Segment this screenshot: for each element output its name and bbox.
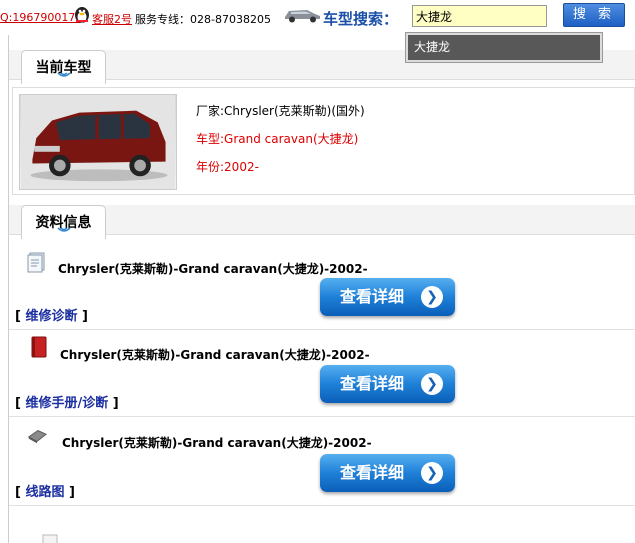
document-icon	[27, 252, 45, 273]
button-label: 查看详细	[340, 463, 405, 482]
doc-category[interactable]: [ 维修诊断 ]	[15, 305, 88, 324]
car-photo	[19, 94, 177, 190]
doc-item: Chrysler(克莱斯勒)-Grand caravan(大捷龙)-2002- …	[9, 243, 635, 330]
wave-icon	[57, 227, 71, 232]
wiring-icon	[27, 430, 47, 444]
doc-item: Chrysler(克莱斯勒)-Grand caravan(大捷龙)-2002- …	[9, 417, 635, 506]
search-label: 车型搜索：	[323, 10, 399, 28]
doc-title[interactable]: Chrysler(克莱斯勒)-Grand caravan(大捷龙)-2002-	[60, 346, 370, 363]
search-button[interactable]: 搜 索	[563, 3, 625, 27]
qq-penguin-icon	[75, 7, 89, 23]
hotline-text: 服务专线：028-87038205	[135, 13, 271, 26]
current-model-box: 厂家:Chrysler(克莱斯勒)(国外) 车型:Grand caravan(大…	[12, 87, 635, 195]
customer-service-link[interactable]: 客服2号	[92, 11, 132, 27]
button-label: 查看详细	[340, 374, 405, 393]
view-details-button[interactable]: 查看详细 ❯	[320, 278, 455, 316]
doc-item: Chrysler(克莱斯勒)-Grand caravan(大捷龙)-2002- …	[9, 330, 635, 417]
year-text: 年份:2002-	[196, 160, 259, 174]
qq-link[interactable]: Q:1967900174	[0, 11, 82, 24]
tab-doc-info: 资料信息	[21, 205, 106, 239]
book-icon	[31, 336, 47, 358]
maker-text: 厂家:Chrysler(克莱斯勒)(国外)	[196, 104, 365, 118]
view-details-button[interactable]: 查看详细 ❯	[320, 365, 455, 403]
doc-title[interactable]: Chrysler(克莱斯勒)-Grand caravan(大捷龙)-2002-	[62, 434, 372, 451]
chevron-right-icon: ❯	[421, 373, 443, 395]
doc-category[interactable]: [ 线路图 ]	[15, 481, 75, 500]
category-label[interactable]: 维修诊断	[25, 309, 77, 324]
doc-category[interactable]: [ 维修手册/诊断 ]	[15, 392, 119, 411]
suggestion-item[interactable]: 大捷龙	[408, 35, 600, 60]
category-label[interactable]: 维修手册/诊断	[25, 396, 108, 411]
button-label: 查看详细	[340, 287, 405, 306]
section-header-docs: 资料信息	[9, 205, 635, 239]
category-label[interactable]: 线路图	[25, 485, 64, 500]
view-details-button[interactable]: 查看详细 ❯	[320, 454, 455, 492]
search-suggestion-list: 大捷龙	[405, 32, 603, 63]
document-icon	[42, 534, 58, 543]
top-bar: Q:1967900174 客服2号 服务专线：028-87038205 车型搜索…	[0, 0, 635, 35]
main-panel: 当前车型 厂家:Chrysler(克莱斯勒)(国外) 车型:Grand cara…	[8, 35, 635, 543]
wave-icon	[57, 72, 71, 77]
search-input[interactable]	[412, 5, 547, 27]
doc-title[interactable]: Chrysler(克莱斯勒)-Grand caravan(大捷龙)-2002-	[58, 260, 368, 277]
chevron-right-icon: ❯	[421, 462, 443, 484]
tab-current-model: 当前车型	[21, 50, 106, 84]
car-icon	[285, 10, 320, 23]
model-text: 车型:Grand caravan(大捷龙)	[196, 132, 359, 146]
chevron-right-icon: ❯	[421, 286, 443, 308]
